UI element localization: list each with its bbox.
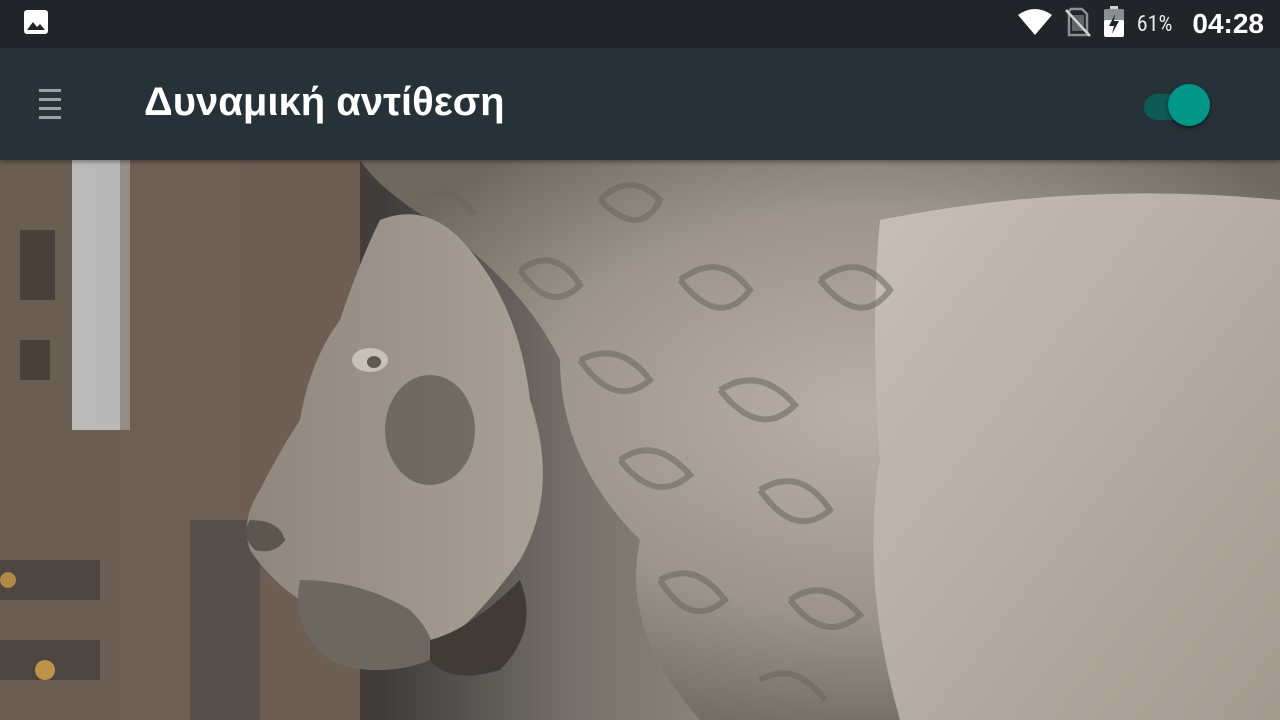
status-bar-left xyxy=(22,8,62,41)
battery-charging-icon xyxy=(1103,5,1125,43)
wifi-icon xyxy=(1017,7,1053,42)
status-bar: 61% 04:28 xyxy=(0,0,1280,48)
image-notification-icon xyxy=(22,8,50,41)
dynamic-contrast-toggle[interactable] xyxy=(1142,84,1212,126)
status-bar-right: 61% 04:28 xyxy=(1017,5,1264,43)
wallpaper-preview-image xyxy=(0,160,1280,720)
battery-percent: 61% xyxy=(1136,11,1173,37)
app-bar: Δυναμική αντίθεση xyxy=(0,48,1280,160)
no-sim-icon xyxy=(1064,7,1091,42)
toggle-thumb xyxy=(1168,84,1210,126)
hamburger-menu-icon[interactable] xyxy=(24,74,76,134)
status-clock: 04:28 xyxy=(1192,8,1264,39)
page-title: Δυναμική αντίθεση xyxy=(144,80,505,124)
lion-statue-photo xyxy=(0,160,1280,720)
